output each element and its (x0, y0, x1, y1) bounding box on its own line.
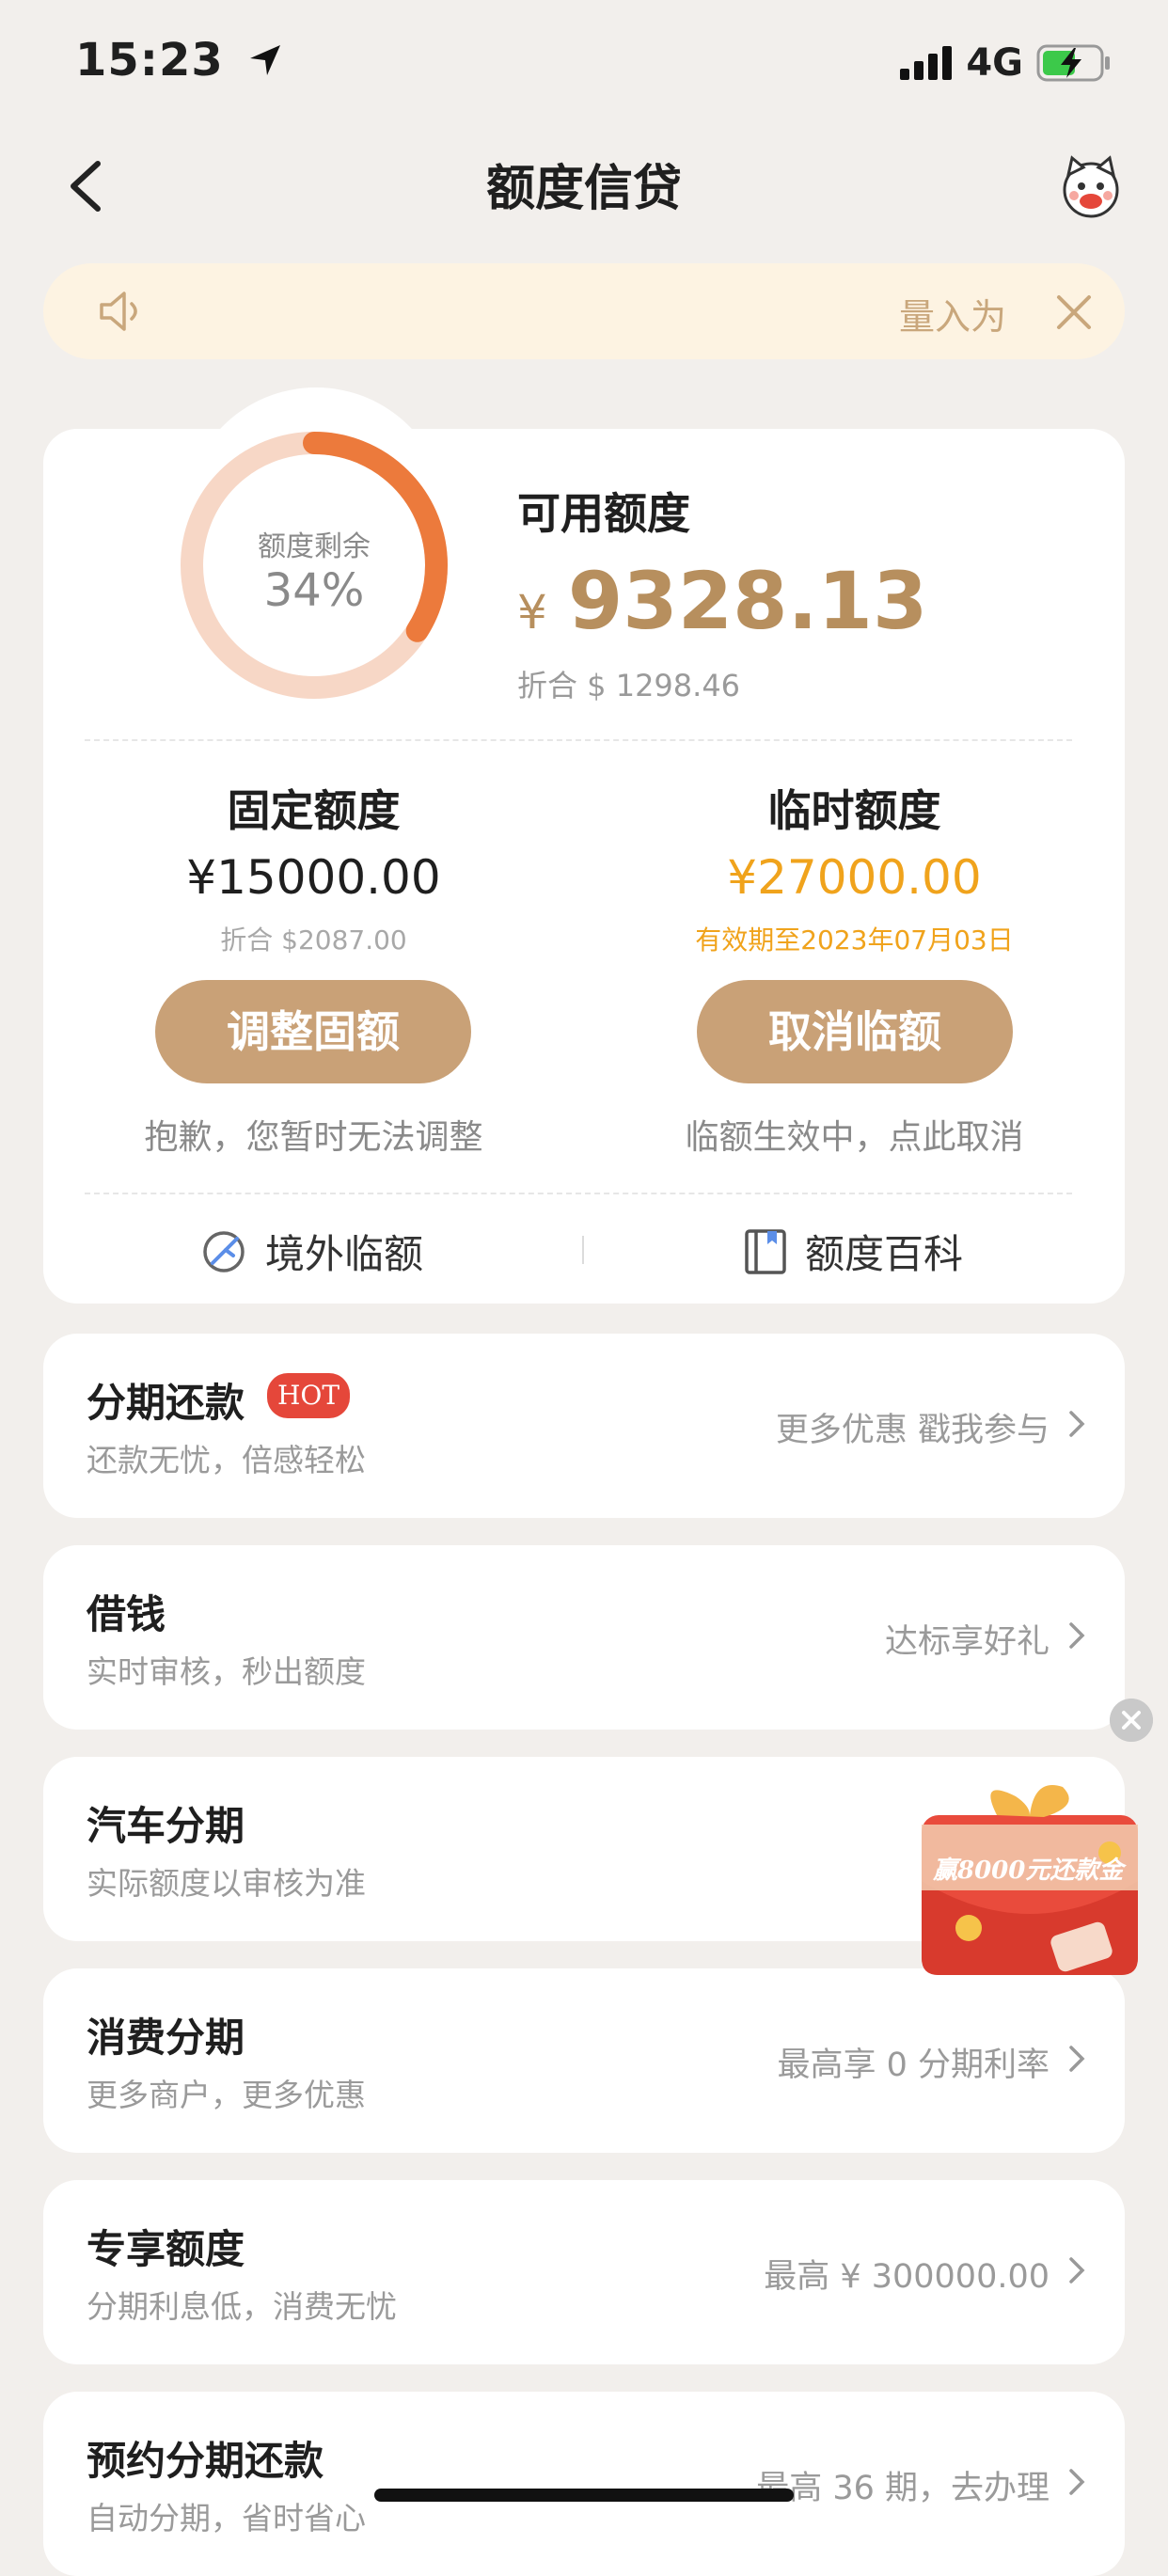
list-item-exclusive-quota[interactable]: 专享额度 分期利息低，消费无忧 最高 ¥ 300000.00 (43, 2180, 1125, 2364)
quota-encyclopedia-link[interactable]: 额度百科 (743, 1223, 963, 1280)
divider (85, 739, 1072, 741)
ring-label: 额度剩余 (258, 530, 371, 563)
row-subtitle: 自动分期，省时省心 (87, 2500, 366, 2536)
available-usd: 折合 $ 1298.46 (517, 668, 741, 703)
chevron-right-icon (1069, 2046, 1085, 2072)
row-title: 消费分期 (87, 2015, 245, 2061)
link-divider (582, 1236, 584, 1264)
list-item-borrow[interactable]: 借钱 实时审核，秒出额度 达标享好礼 (43, 1545, 1125, 1730)
adjust-fixed-button[interactable]: 调整固额 (155, 980, 471, 1083)
notice-text: 量入为 (899, 296, 1007, 338)
row-action-text: 最高 36 期，去办理 (756, 2470, 1050, 2507)
overseas-quota-label: 境外临额 (265, 1231, 424, 1277)
chevron-right-icon (1069, 1411, 1085, 1437)
currency-symbol: ¥ (517, 585, 547, 640)
row-subtitle: 分期利息低，消费无忧 (87, 2288, 397, 2325)
temp-quota-expiry: 有效期至2023年07月03日 (695, 925, 1014, 956)
home-indicator (374, 2489, 794, 2502)
speaker-icon (100, 292, 137, 331)
overseas-quota-link[interactable]: 境外临额 (199, 1223, 423, 1280)
row-action-text: 最高享 0 分期利率 (777, 2047, 1050, 2084)
list-item-consumer-installment[interactable]: 消费分期 更多商户，更多优惠 最高享 0 分期利率 (43, 1968, 1125, 2153)
available-amount: ¥9328.13 (517, 555, 927, 647)
row-title: 汽车分期 (87, 1803, 245, 1849)
fixed-quota-usd: 折合 $2087.00 (220, 925, 407, 956)
temp-quota-amount: ¥27000.00 (727, 850, 982, 905)
chevron-right-icon (1069, 2257, 1085, 2284)
row-subtitle: 实时审核，秒出额度 (87, 1653, 366, 1690)
fixed-quota-amount: ¥15000.00 (186, 850, 441, 905)
book-icon (745, 1228, 786, 1274)
page-title: 额度信贷 (485, 161, 682, 217)
status-time: 15:23 (75, 34, 284, 87)
notice-banner[interactable]: 量入为 (43, 263, 1125, 359)
row-action-text: 最高 ¥ 300000.00 (764, 2258, 1050, 2296)
row-action-text: 更多优惠 戳我参与 (775, 1412, 1050, 1449)
row-subtitle: 实际额度以审核为准 (87, 1865, 366, 1902)
ring-percent: 34% (263, 564, 365, 617)
row-title: 借钱 (87, 1591, 166, 1637)
row-title: 预约分期还款 (87, 2438, 324, 2484)
chevron-right-icon (1069, 1622, 1085, 1649)
close-icon[interactable] (1055, 293, 1093, 331)
row-subtitle: 更多商户，更多优惠 (87, 2077, 366, 2113)
status-indicators: 4G (900, 40, 1112, 87)
available-label: 可用额度 (517, 488, 690, 539)
temp-quota-title: 临时额度 (767, 785, 941, 836)
divider (85, 1193, 1072, 1194)
chevron-right-icon (1069, 2469, 1085, 2495)
promo-text: 赢8000元还款金 (933, 1857, 1124, 1885)
battery-charging-icon (1036, 44, 1110, 82)
row-title: 分期还款 (87, 1380, 245, 1426)
list-item-installment-repay[interactable]: 分期还款 HOT 还款无忧，倍感轻松 更多优惠 戳我参与 (43, 1334, 1125, 1518)
plane-globe-icon (203, 1230, 245, 1272)
promo-close-icon[interactable] (1110, 1699, 1153, 1742)
network-type: 4G (966, 41, 1023, 85)
cancel-temp-button[interactable]: 取消临额 (697, 980, 1013, 1083)
signal-icon (900, 46, 953, 80)
hot-badge: HOT (267, 1373, 350, 1418)
row-subtitle: 还款无忧，倍感轻松 (87, 1442, 366, 1478)
location-arrow-icon (249, 45, 280, 75)
list-item-scheduled-installment[interactable]: 预约分期还款 自动分期，省时省心 最高 36 期，去办理 (43, 2392, 1125, 2576)
fixed-quota-note: 抱歉，您暂时无法调整 (144, 1118, 483, 1157)
encyclopedia-label: 额度百科 (805, 1231, 964, 1277)
mascot-avatar-icon[interactable] (1055, 150, 1127, 222)
row-action-text: 达标享好礼 (884, 1623, 1050, 1661)
row-title: 专享额度 (87, 2226, 245, 2272)
temp-quota-note[interactable]: 临额生效中，点此取消 (584, 1110, 1125, 1159)
fixed-quota-title: 固定额度 (227, 785, 401, 836)
available-value: 9328.13 (567, 555, 928, 647)
